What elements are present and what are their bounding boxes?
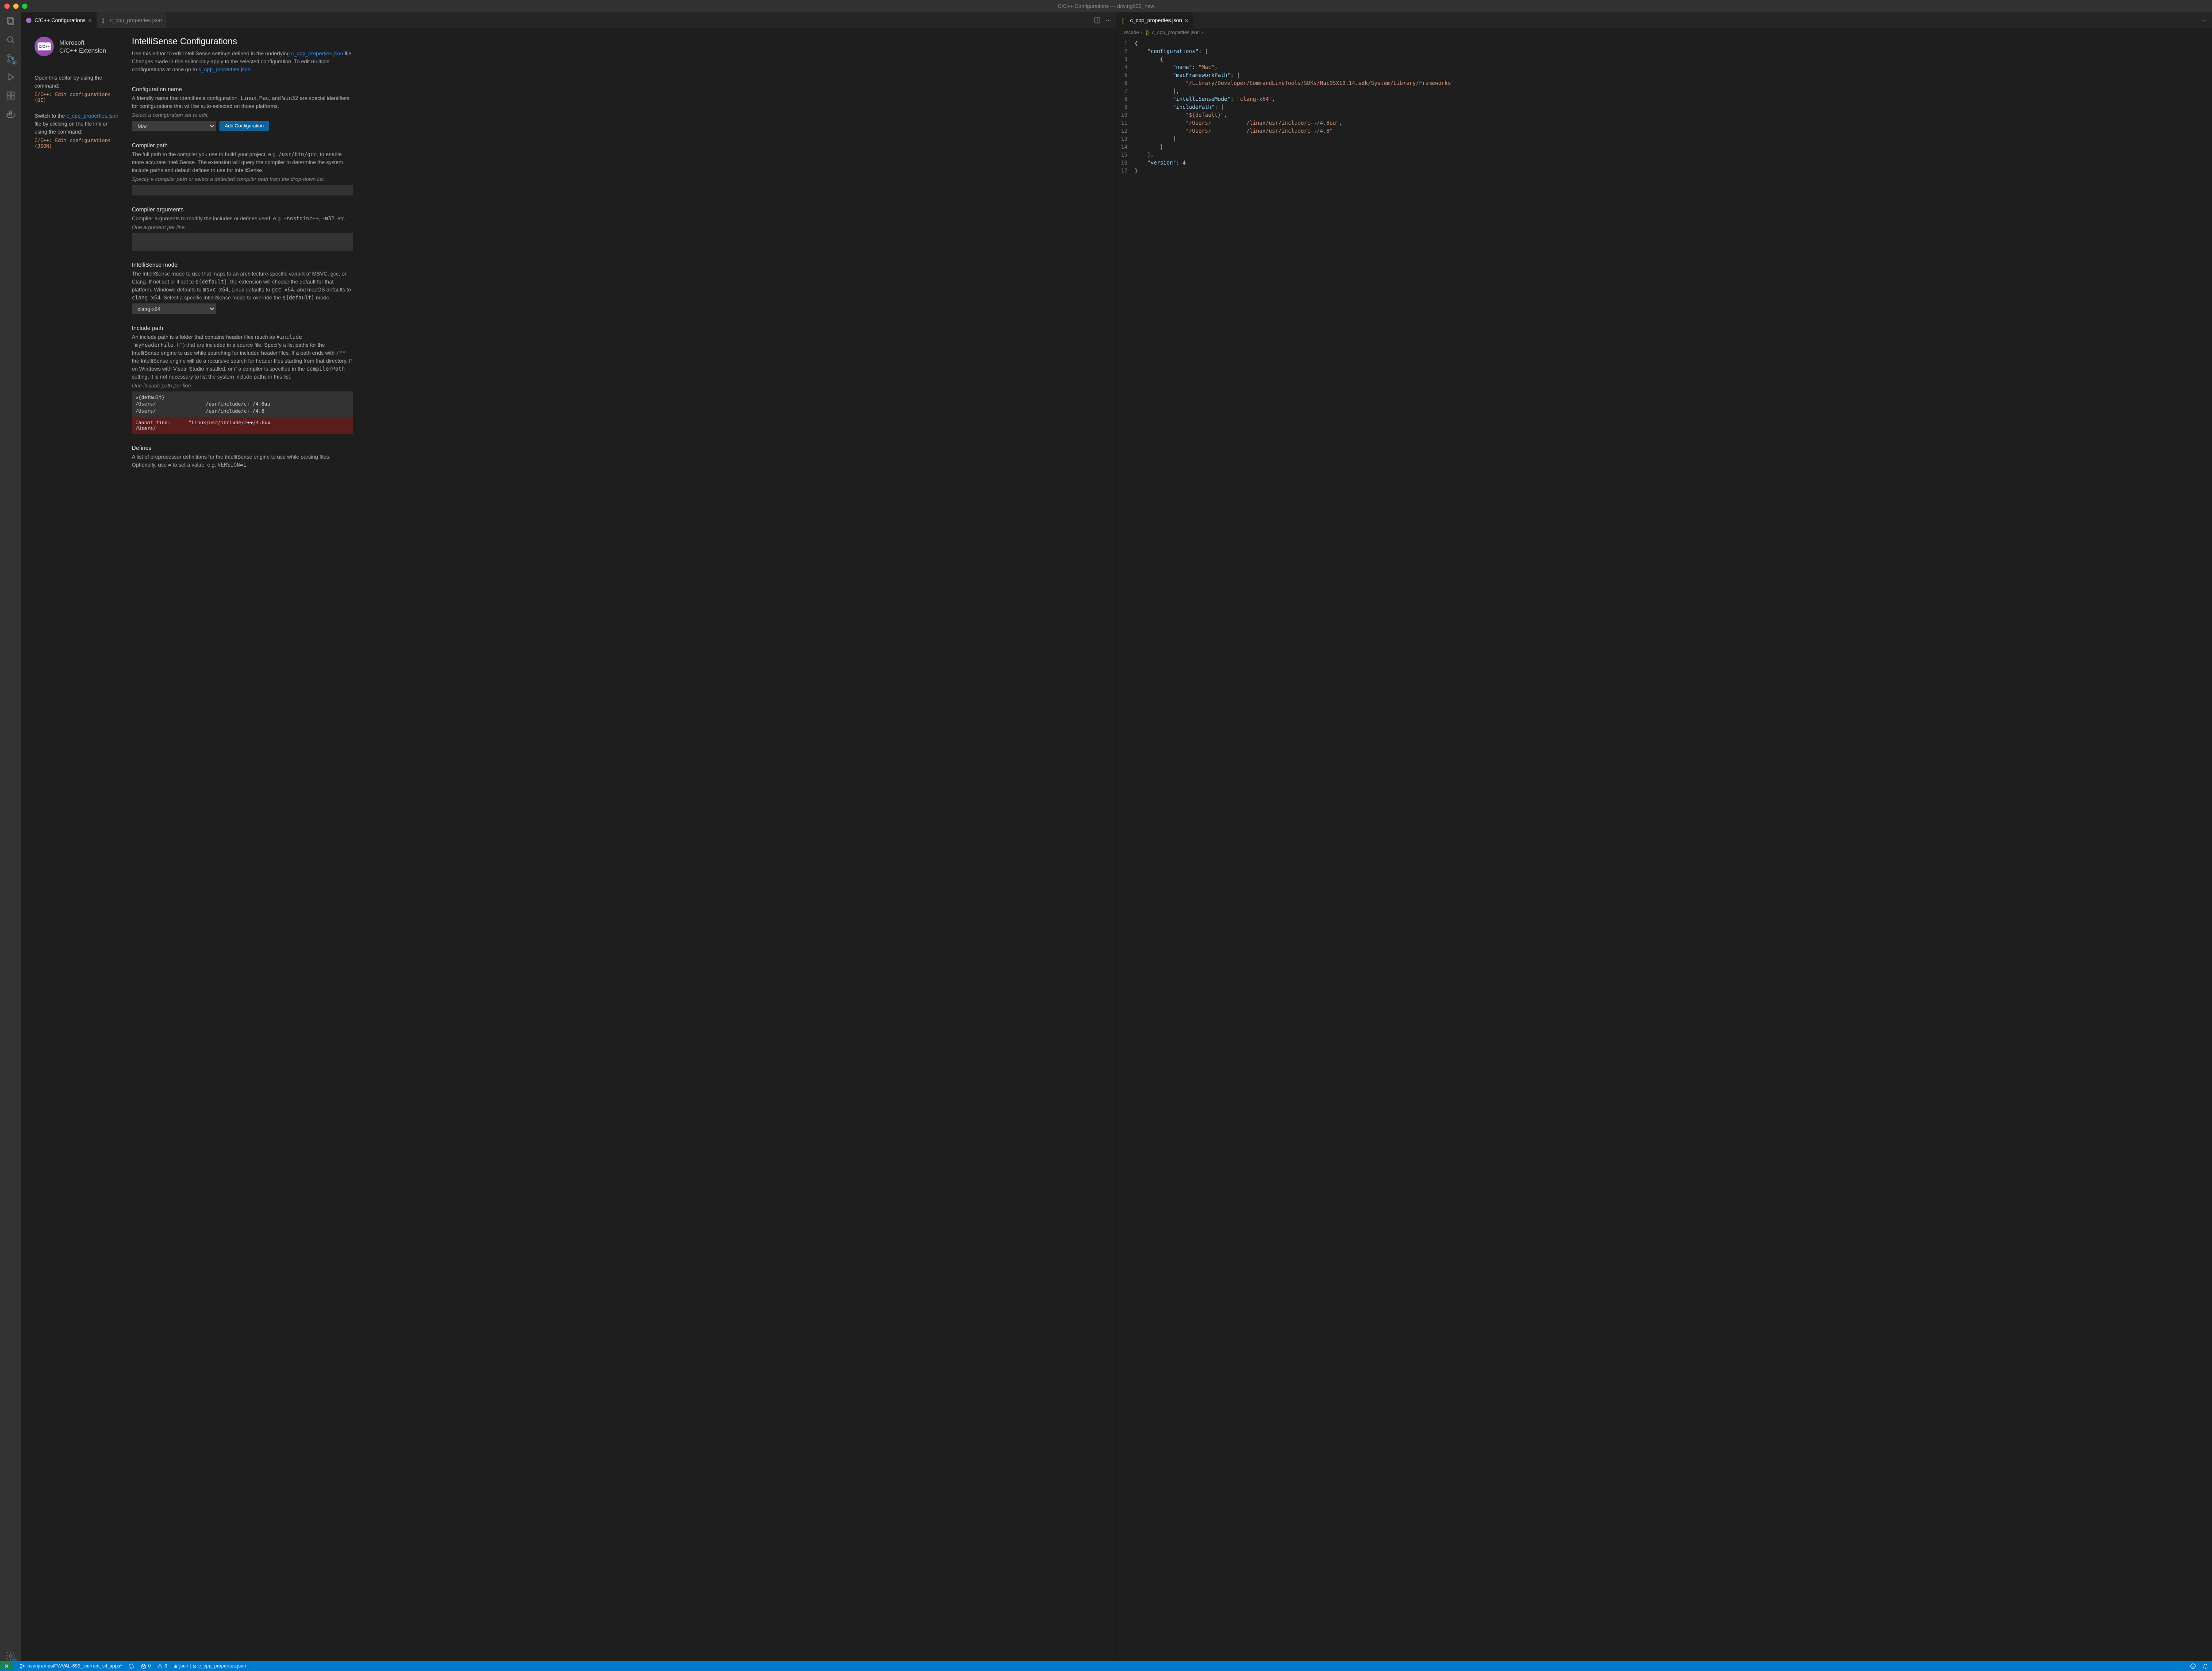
extensions-icon[interactable] xyxy=(5,90,16,101)
help-open-cmd: C/C++: Edit configurations (UI) xyxy=(35,92,119,103)
close-icon[interactable]: × xyxy=(1185,17,1188,24)
status-bar: user/jramos/FWVAL-699_.current_sil_apps*… xyxy=(0,1661,2212,1671)
more-actions-icon[interactable]: ⋯ xyxy=(2201,17,2207,23)
page-description: Use this editor to edit IntelliSense set… xyxy=(132,50,353,73)
help-switch-text: Switch to the c_cpp_properties.json file… xyxy=(35,112,119,136)
maximize-window-icon[interactable] xyxy=(22,4,27,9)
tab-bar-right: {} c_cpp_properties.json × ⋯ xyxy=(1117,12,2212,28)
compiler-path-input[interactable] xyxy=(132,185,353,195)
compiler-args-desc: Compiler arguments to modify the include… xyxy=(132,215,353,222)
help-open-text: Open this editor by using the command: xyxy=(35,74,119,90)
config-name-title: Configuration name xyxy=(132,86,353,92)
svg-text:{}: {} xyxy=(101,18,105,23)
close-window-icon[interactable] xyxy=(4,4,10,9)
intellisense-mode-desc: The IntelliSense mode to use that maps t… xyxy=(132,270,353,302)
json-link-2[interactable]: c_cpp_properties.json xyxy=(199,66,250,73)
compiler-path-hint: Specify a compiler path or select a dete… xyxy=(132,176,353,182)
tab-label: c_cpp_properties.json xyxy=(110,17,162,23)
status-json[interactable]: ⊞ json | ⊙ c_cpp_properties.json xyxy=(173,1663,246,1669)
svg-text:{}: {} xyxy=(1121,18,1125,23)
tab-label: c_cpp_properties.json xyxy=(1130,17,1182,23)
settings-gear-icon[interactable]: 1 xyxy=(5,1651,16,1661)
window-controls xyxy=(4,4,27,9)
include-path-desc: An include path is a folder that contain… xyxy=(132,333,353,381)
include-path-title: Include path xyxy=(132,325,353,331)
page-title: IntelliSense Configurations xyxy=(132,37,353,47)
intellisense-mode-title: IntelliSense mode xyxy=(132,261,353,268)
tab-configurations[interactable]: C/C++ Configurations × xyxy=(21,12,97,28)
search-icon[interactable] xyxy=(5,34,16,45)
include-path-hint: One include path per line. xyxy=(132,383,353,389)
compiler-path-desc: The full path to the compiler you use to… xyxy=(132,150,353,174)
window-title: C/C++ Configurations — driving622_new xyxy=(1058,3,1154,9)
settings-badge: 1 xyxy=(12,1658,17,1662)
help-switch-cmd: C/C++: Edit configurations (JSON) xyxy=(35,138,119,149)
tab-properties-json-right[interactable]: {} c_cpp_properties.json × xyxy=(1117,12,1194,28)
json-link[interactable]: c_cpp_properties.json xyxy=(291,50,343,57)
sync-button[interactable] xyxy=(128,1663,134,1669)
feedback-icon[interactable] xyxy=(2190,1663,2196,1669)
compiler-args-title: Compiler arguments xyxy=(132,206,353,213)
titlebar: C/C++ Configurations — driving622_new xyxy=(0,0,2212,12)
tab-properties-json[interactable]: {} c_cpp_properties.json xyxy=(97,12,167,28)
warnings-count[interactable]: 0 xyxy=(157,1663,167,1669)
compiler-path-title: Compiler path xyxy=(132,142,353,149)
more-actions-icon[interactable]: ⋯ xyxy=(1106,17,1111,23)
explorer-icon[interactable] xyxy=(5,16,16,27)
notifications-icon[interactable] xyxy=(2202,1663,2208,1669)
activity-bar: 3 1 xyxy=(0,12,21,1661)
code-editor[interactable]: 1234567891011121314151617 { "configurati… xyxy=(1117,38,2208,1661)
properties-json-link[interactable]: c_cpp_properties.json xyxy=(66,113,118,119)
errors-count[interactable]: 0 xyxy=(141,1663,151,1669)
include-path-input[interactable]: ${default} /Users/ /usr/include/c++/4.8u… xyxy=(132,391,353,417)
defines-desc: A list of preprocessor definitions for t… xyxy=(132,453,353,469)
editor-pane-left: C/C++ Configurations × {} c_cpp_properti… xyxy=(21,12,1117,1661)
cpp-config-icon xyxy=(26,17,32,23)
defines-title: Defines xyxy=(132,445,353,451)
config-name-hint: Select a configuration set to edit. xyxy=(132,112,353,118)
json-file-icon: {} xyxy=(1144,30,1150,36)
source-control-icon[interactable]: 3 xyxy=(5,53,16,64)
breadcrumb[interactable]: .vscode › {} c_cpp_properties.json › ... xyxy=(1117,28,2212,38)
add-configuration-button[interactable]: Add Configuration xyxy=(219,121,269,131)
git-branch[interactable]: user/jramos/FWVAL-699_.current_sil_apps* xyxy=(19,1663,122,1669)
scm-badge: 3 xyxy=(12,61,17,65)
config-name-select[interactable]: Mac xyxy=(132,121,216,131)
remote-indicator[interactable] xyxy=(0,1662,13,1670)
json-file-icon: {} xyxy=(1121,17,1128,23)
compiler-args-input[interactable] xyxy=(132,233,353,251)
close-icon[interactable]: × xyxy=(88,17,92,24)
code-content[interactable]: { "configurations": [ { "name": "Mac", "… xyxy=(1135,38,2208,1661)
tab-label: C/C++ Configurations xyxy=(35,17,85,23)
compiler-args-hint: One argument per line. xyxy=(132,224,353,230)
minimap[interactable] xyxy=(2208,38,2212,1661)
intellisense-mode-select[interactable]: clang-x64 xyxy=(132,303,216,314)
tab-bar-left: C/C++ Configurations × {} c_cpp_properti… xyxy=(21,12,1117,28)
minimize-window-icon[interactable] xyxy=(13,4,19,9)
line-numbers: 1234567891011121314151617 xyxy=(1117,38,1135,1661)
config-name-desc: A friendly name that identifies a config… xyxy=(132,94,353,110)
editor-pane-right: {} c_cpp_properties.json × ⋯ .vscode › {… xyxy=(1117,12,2212,1661)
json-file-icon: {} xyxy=(101,17,108,23)
include-path-error: Cannot find: /Users/ "linux/usr/include/… xyxy=(132,417,353,434)
run-debug-icon[interactable] xyxy=(5,72,16,82)
extension-logo: C/C++ MicrosoftC/C++ Extension xyxy=(35,37,119,56)
docker-icon[interactable] xyxy=(5,109,16,119)
split-editor-icon[interactable] xyxy=(1094,17,1101,24)
